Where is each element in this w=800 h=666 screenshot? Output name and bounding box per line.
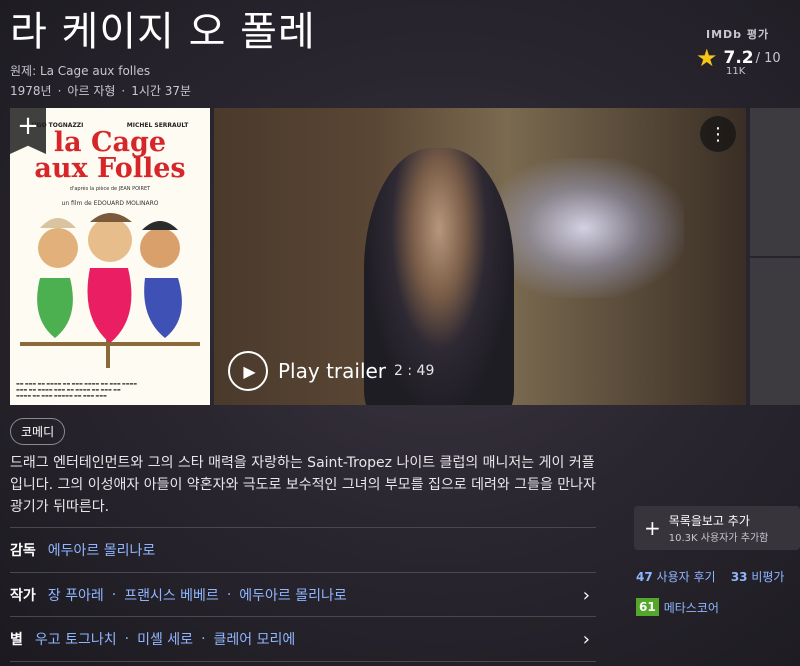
more-vertical-icon[interactable]: ⋮ xyxy=(700,116,736,152)
star-link[interactable]: 우고 토그나치 xyxy=(35,629,117,649)
certificate[interactable]: 아르 자형 xyxy=(67,84,115,98)
play-trailer-button[interactable]: ▶ Play trailer 2 : 49 xyxy=(228,351,434,391)
writer-label: 작가 xyxy=(10,588,36,604)
genre-chip[interactable]: 코메디 xyxy=(10,418,66,445)
add-to-watchlist-button[interactable]: + 목록을보고 추가 10.3K 사용자가 추가함 xyxy=(634,506,800,550)
page-title: 라 케이지 오 폴레 xyxy=(10,9,316,55)
photos-thumbnail[interactable] xyxy=(750,258,800,405)
imdb-out-of: / 10 xyxy=(755,50,781,66)
writer-link[interactable]: 에두아르 몰리나로 xyxy=(239,585,347,605)
star-link[interactable]: 미셸 세로 xyxy=(137,629,193,649)
user-reviews-link[interactable]: 47 사용자 후기 xyxy=(636,570,716,584)
credit-row-writers[interactable]: 작가 장 푸아레 · 프랜시스 베베르 · 에두아르 몰리나로 › xyxy=(10,572,596,617)
watchlist-label: 목록을보고 추가 xyxy=(668,514,750,528)
review-links: 47 사용자 후기 33 비평가 xyxy=(636,568,784,585)
star-link[interactable]: 클레어 모리에 xyxy=(214,629,296,649)
imdb-rating[interactable]: IMDb 평가 ★ 7.2 / 10 11K xyxy=(696,26,786,77)
plus-icon: + xyxy=(17,111,39,141)
runtime: 1시간 37분 xyxy=(131,84,192,98)
poster-title-line2: aux Folles xyxy=(34,153,186,184)
writer-link[interactable]: 장 푸아레 xyxy=(48,585,104,605)
movie-poster[interactable]: UGO TOGNAZZI MICHEL SERRAULT la Cage aux… xyxy=(10,108,210,405)
metascore-link[interactable]: 61 메타스코어 xyxy=(636,598,719,616)
user-reviews-count: 47 xyxy=(636,570,653,584)
critic-reviews-count: 33 xyxy=(730,570,748,584)
videos-thumbnail[interactable] xyxy=(750,108,800,256)
poster-director: un film de EDOUARD MOLINARO xyxy=(61,200,159,207)
stars-label: 별 xyxy=(10,632,23,648)
imdb-score: 7.2 xyxy=(723,48,754,68)
trailer-duration: 2 : 49 xyxy=(394,363,435,379)
poster-subtitle: d'après la pièce de JEAN POIRET xyxy=(69,186,151,192)
metascore-label: 메타스코어 xyxy=(663,600,719,615)
watchlist-count: 10.3K 사용자가 추가함 xyxy=(668,533,769,544)
imdb-rating-label: IMDb 평가 xyxy=(706,28,770,41)
chevron-right-icon[interactable]: › xyxy=(583,629,590,650)
plus-icon: + xyxy=(644,516,661,540)
chevron-right-icon[interactable]: › xyxy=(583,585,590,606)
poster-credits-block: ▬▬ ▬▬▬ ▬▬ ▬▬▬▬ ▬▬ ▬▬▬ ▬▬▬▬ ▬▬ ▬▬▬ ▬▬▬▬ ▬▬… xyxy=(16,381,138,398)
trailer-player[interactable]: ⋮ ▶ Play trailer 2 : 49 xyxy=(214,108,746,405)
poster-parrots-illustration xyxy=(20,213,200,368)
release-year[interactable]: 1978년 xyxy=(10,84,52,98)
play-trailer-label: Play trailer xyxy=(278,359,387,383)
director-label: 감독 xyxy=(10,543,36,559)
user-reviews-label: 사용자 후기 xyxy=(656,570,716,584)
play-icon: ▶ xyxy=(228,351,268,391)
star-icon: ★ xyxy=(696,44,718,72)
plot-summary: 드래그 엔터테인먼트와 그의 스타 매력을 자랑하는 Saint-Tropez … xyxy=(10,455,596,515)
director-link[interactable]: 에두아르 몰리나로 xyxy=(48,540,156,560)
imdb-vote-count: 11K xyxy=(726,66,746,77)
writer-link[interactable]: 프랜시스 베베르 xyxy=(124,585,219,605)
credit-row-director: 감독 에두아르 몰리나로 xyxy=(10,527,596,572)
critic-reviews-label: 비평가 xyxy=(751,570,785,584)
metascore-badge: 61 xyxy=(636,598,659,616)
credit-row-stars[interactable]: 별 우고 토그나치 · 미셸 세로 · 클레어 모리에 › xyxy=(10,616,596,662)
critic-reviews-link[interactable]: 33 비평가 xyxy=(731,570,785,584)
original-title: 원제: La Cage aux folles xyxy=(10,64,151,78)
video-lamp-light xyxy=(484,158,684,298)
title-meta: 1978년 · 아르 자형 · 1시간 37분 xyxy=(10,84,192,98)
